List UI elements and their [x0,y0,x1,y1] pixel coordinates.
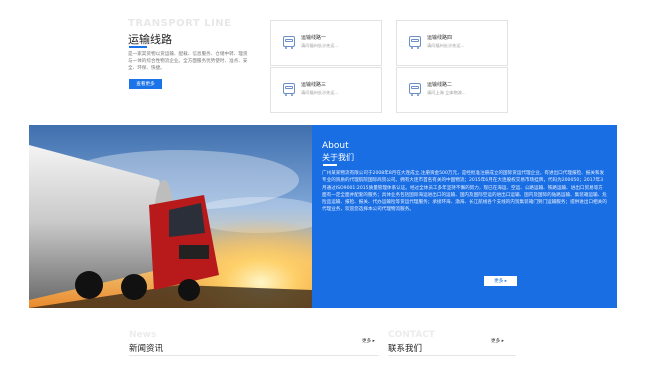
news-ghost-title: News [129,330,157,340]
about-underline [323,164,337,166]
title-underline [129,46,147,48]
contact-ghost-title: CONTACT [388,330,435,340]
truck-icon [409,83,421,96]
route-name: 运输线路二 [427,82,453,88]
route-name: 运输线路一 [301,35,327,41]
truck-icon [283,83,295,96]
route-name: 运输线路四 [427,35,453,41]
route-desc: 请问福州长沙先运... [427,43,465,48]
about-title-cn: 关于我们 [322,153,354,162]
transport-ghost-title: TRANSPORT LINE [128,18,232,29]
route-card-1[interactable]: 运输线路一 请问福州长沙先运... [270,20,382,66]
route-card-2[interactable]: 运输线路二 请问上海 立体物流... [396,67,508,113]
about-more-button[interactable]: 更多 ▸ [484,276,517,286]
contact-more-link[interactable]: 更多 ▸ [491,338,504,344]
route-desc: 请问福州长沙先运... [301,90,339,95]
truck-hero-image [29,125,312,308]
truck-icon [409,36,421,49]
contact-title: 联系我们 [388,344,423,354]
about-description: 广州某某物流有限公司于2008年8月在大连成立,注册资金500万元，是经批准注册… [322,171,607,213]
about-panel [312,125,617,308]
route-card-4[interactable]: 运输线路四 请问福州长沙先运... [396,20,508,66]
route-card-3[interactable]: 运输线路三 请问福州长沙先运... [270,67,382,113]
news-title: 新闻资讯 [129,344,164,354]
truck-icon [283,36,295,49]
routes-description: 是一家其货物以货运输、配载、信息服务、仓储中转、理货与一体的综合性物流企业。全方… [128,52,248,71]
news-divider [129,355,379,356]
news-more-link[interactable]: 更多 ▸ [362,338,375,344]
route-desc: 请问上海 立体物流... [427,90,466,95]
routes-title: 运输线路 [128,33,172,46]
route-name: 运输线路三 [301,82,327,88]
about-title-en: About [322,141,349,151]
contact-divider [388,355,516,356]
route-desc: 请问福州长沙先运... [301,43,339,48]
view-more-button[interactable]: 查看更多 [129,79,162,89]
